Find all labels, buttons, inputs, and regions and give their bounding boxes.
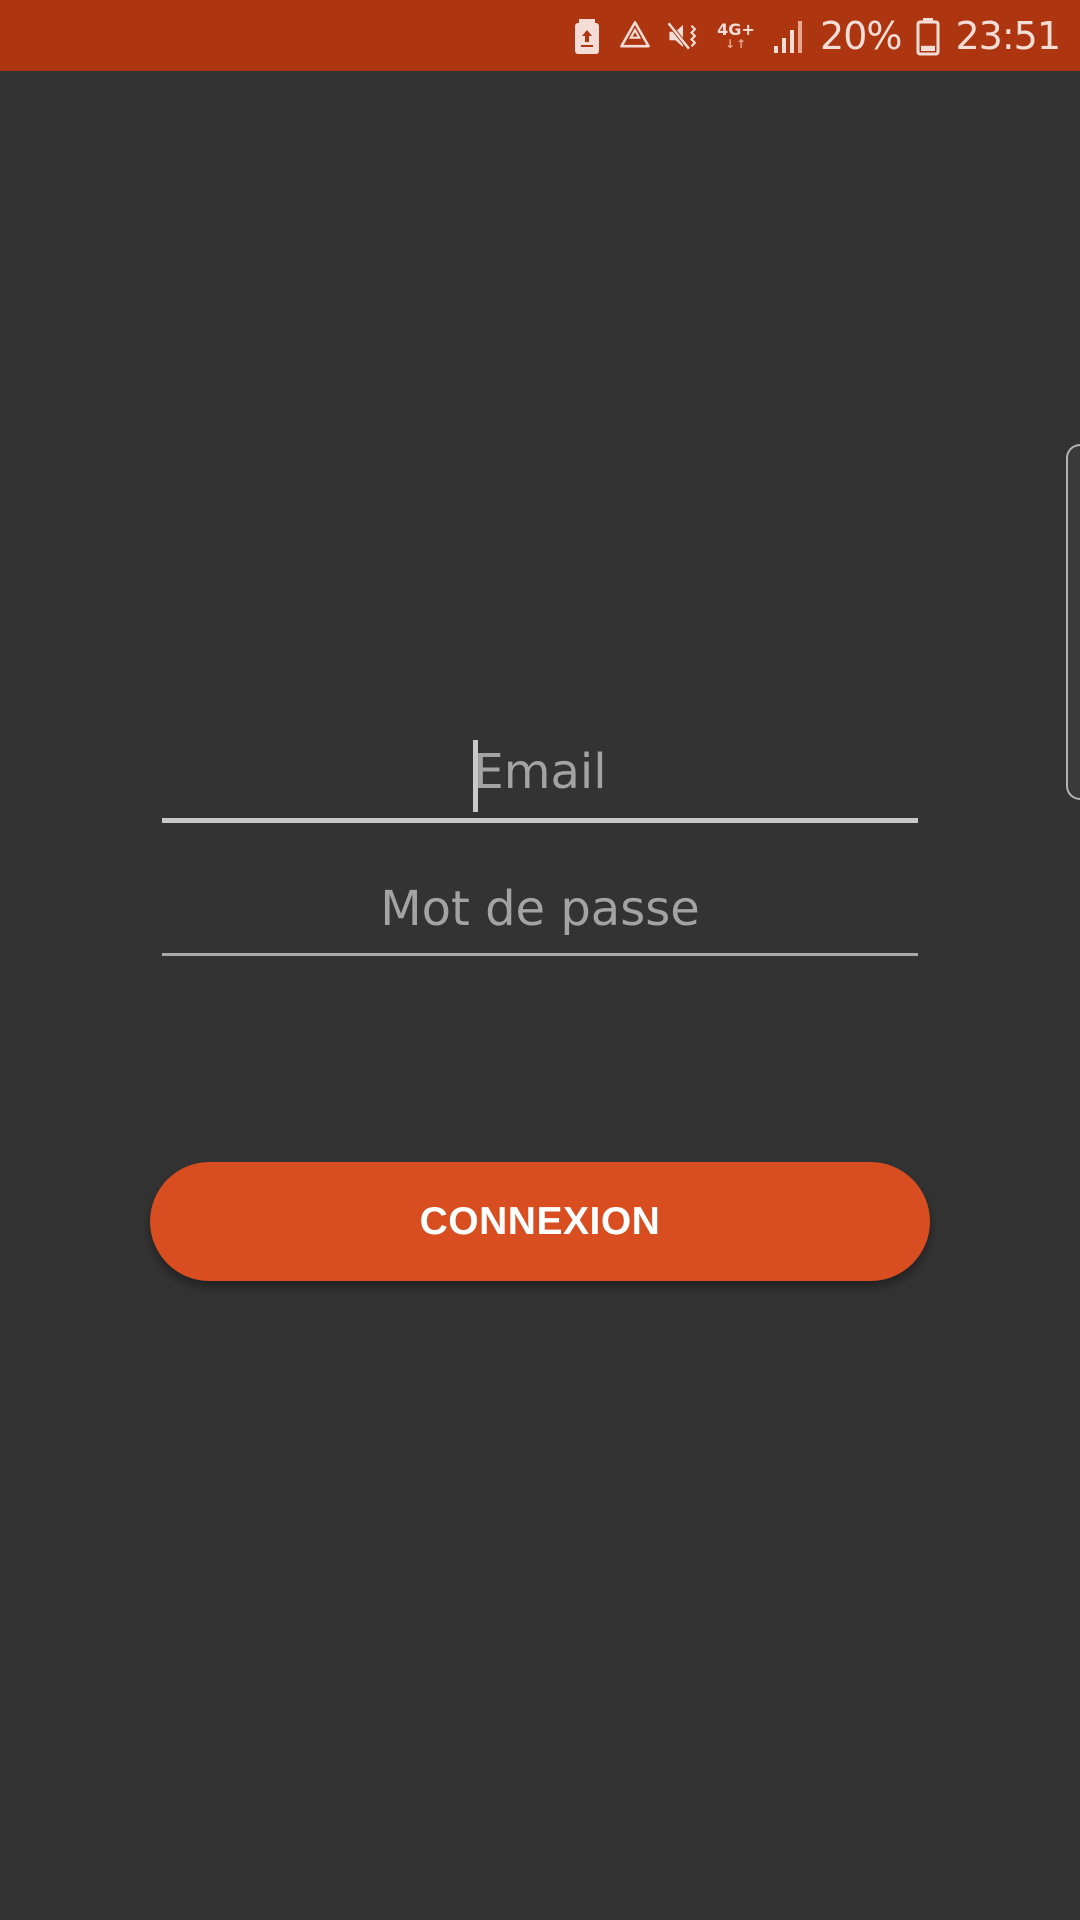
network-type-icon: 4G+ ↓↑ bbox=[714, 19, 758, 51]
network-activity-arrows: ↓↑ bbox=[724, 36, 748, 51]
mute-vibrate-icon bbox=[666, 16, 700, 56]
password-input[interactable] bbox=[162, 881, 918, 937]
status-icons: 4G+ ↓↑ 20% 23:51 bbox=[570, 0, 1061, 71]
text-cursor bbox=[473, 740, 478, 812]
clock: 23:51 bbox=[955, 13, 1061, 58]
edge-panel-handle[interactable] bbox=[1066, 444, 1080, 800]
email-underline bbox=[162, 818, 918, 823]
battery-icon bbox=[915, 16, 941, 56]
network-type-label: 4G+ bbox=[717, 19, 755, 39]
email-field-wrapper bbox=[162, 744, 918, 820]
password-field-wrapper bbox=[162, 881, 918, 957]
signal-strength-icon bbox=[772, 16, 806, 56]
password-underline bbox=[162, 953, 918, 956]
login-button[interactable]: CONNEXION bbox=[150, 1162, 930, 1281]
battery-percent: 20% bbox=[820, 13, 902, 58]
status-bar: 4G+ ↓↑ 20% 23:51 bbox=[0, 0, 1080, 71]
login-screen: 4G+ ↓↑ 20% 23:51 Email CONNEXION bbox=[0, 0, 1080, 1920]
recycle-icon bbox=[618, 16, 652, 56]
email-input[interactable] bbox=[162, 744, 918, 800]
battery-saver-icon bbox=[570, 16, 604, 56]
